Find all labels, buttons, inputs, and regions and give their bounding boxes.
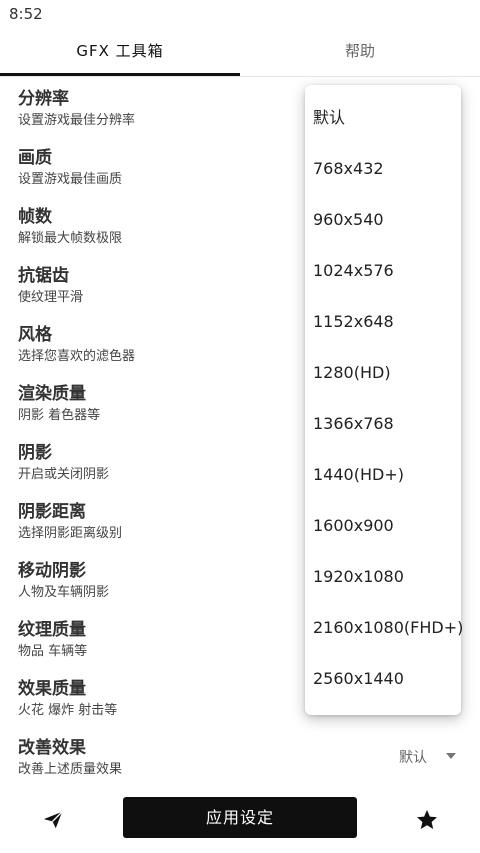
resolution-option[interactable]: 2160x1080(FHD+) — [313, 613, 463, 643]
setting-title: 移动阴影 — [18, 561, 86, 581]
resolution-option[interactable]: 1152x648 — [313, 307, 394, 337]
setting-subtitle: 阴影 着色器等 — [18, 408, 101, 423]
setting-title: 改善效果 — [18, 738, 86, 758]
setting-subtitle: 人物及车辆阴影 — [18, 585, 110, 600]
active-tab-indicator — [0, 73, 240, 76]
paper-plane-icon[interactable] — [33, 800, 73, 840]
tab-bar: GFX 工具箱 帮助 — [0, 28, 480, 77]
setting-title: 效果质量 — [18, 679, 86, 699]
tab-help[interactable]: 帮助 — [240, 28, 480, 76]
setting-subtitle: 火花 爆炸 射击等 — [18, 703, 118, 718]
bottom-bar: 应用设定 — [0, 790, 480, 853]
tab-gfx-toolbox[interactable]: GFX 工具箱 — [0, 28, 240, 76]
resolution-option[interactable]: 1366x768 — [313, 409, 394, 439]
resolution-dropdown-menu: 默认 768x432 960x540 1024x576 1152x648 128… — [305, 85, 463, 715]
resolution-option[interactable]: 960x540 — [313, 205, 384, 235]
resolution-option[interactable]: 1600x900 — [313, 511, 394, 541]
resolution-option[interactable]: 默认 — [313, 103, 345, 133]
apply-settings-button[interactable]: 应用设定 — [123, 797, 357, 838]
setting-title: 阴影 — [18, 443, 52, 463]
setting-title: 帧数 — [18, 207, 52, 227]
setting-title: 风格 — [18, 325, 52, 345]
setting-subtitle: 使纹理平滑 — [18, 290, 84, 305]
resolution-option[interactable]: 1440(HD+) — [313, 460, 404, 490]
improve-effects-select-value[interactable]: 默认 — [399, 747, 427, 767]
setting-title: 画质 — [18, 148, 52, 168]
resolution-option[interactable]: 1280(HD) — [313, 358, 391, 388]
setting-title: 抗锯齿 — [18, 266, 69, 286]
setting-title: 分辨率 — [18, 89, 69, 109]
status-time: 8:52 — [9, 5, 43, 23]
setting-subtitle: 解锁最大帧数极限 — [18, 231, 123, 246]
setting-subtitle: 开启或关闭阴影 — [18, 467, 110, 482]
resolution-option[interactable]: 768x432 — [313, 154, 384, 184]
setting-subtitle: 物品 车辆等 — [18, 644, 88, 659]
setting-subtitle: 选择阴影距离级别 — [18, 526, 123, 541]
setting-title: 渲染质量 — [18, 384, 86, 404]
chevron-down-icon[interactable] — [446, 753, 456, 759]
setting-improve-effects[interactable]: 改善效果 改善上述质量效果 默认 — [0, 731, 480, 790]
star-icon[interactable] — [407, 800, 447, 840]
setting-subtitle: 设置游戏最佳画质 — [18, 172, 123, 187]
resolution-option[interactable]: 2560x1440 — [313, 664, 404, 694]
setting-title: 阴影距离 — [18, 502, 86, 522]
setting-subtitle: 改善上述质量效果 — [18, 762, 123, 777]
resolution-option[interactable]: 1024x576 — [313, 256, 394, 286]
setting-title: 纹理质量 — [18, 620, 86, 640]
setting-subtitle: 设置游戏最佳分辨率 — [18, 113, 136, 128]
setting-subtitle: 选择您喜欢的滤色器 — [18, 349, 136, 364]
resolution-option[interactable]: 1920x1080 — [313, 562, 404, 592]
status-bar: 8:52 — [0, 0, 480, 28]
